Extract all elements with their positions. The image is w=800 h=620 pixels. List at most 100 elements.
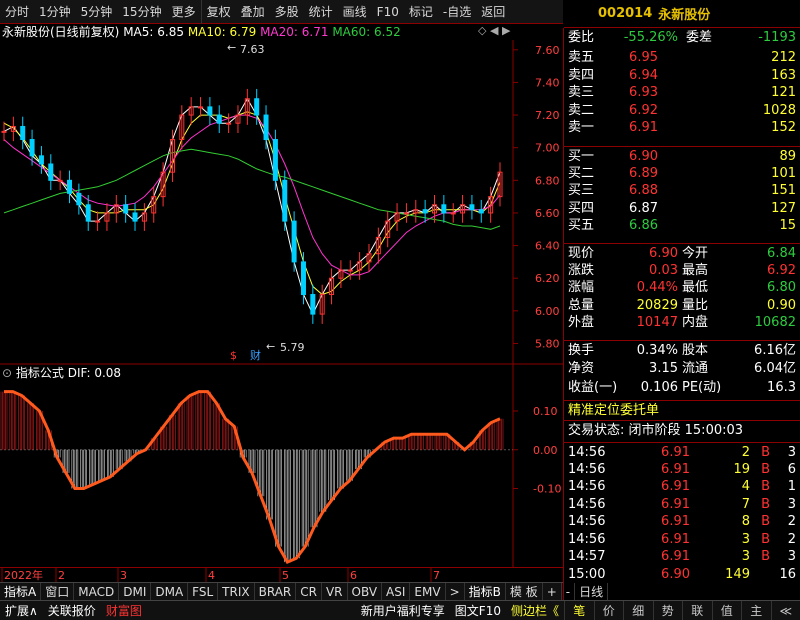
event-marker-s[interactable]: $: [230, 349, 237, 362]
tick-time: 15:00: [568, 566, 606, 582]
rtab-zhu[interactable]: 主: [741, 600, 771, 620]
high-annotation: ←: [227, 41, 236, 54]
toolbar-btn-intraday[interactable]: 分时: [0, 0, 34, 24]
quote-label: 外盘: [568, 315, 595, 330]
toolbar-btn-overlay[interactable]: 叠加: [236, 0, 270, 24]
chart-settings-icon[interactable]: ◇: [478, 24, 486, 37]
precise-order-label[interactable]: 精准定位委托单: [568, 401, 659, 421]
date-tick-label: 5: [282, 569, 289, 582]
fin-value: 0.106: [640, 380, 678, 395]
rtab-jia[interactable]: 价: [593, 600, 624, 620]
bids-row[interactable]: 买五 6.86 15: [564, 216, 800, 236]
high-value: 7.63: [240, 43, 265, 56]
indicator-tab-1[interactable]: 窗口: [41, 583, 75, 600]
asks-row[interactable]: 卖一 6.91 152: [564, 118, 800, 138]
price-tick-label: 7.40: [535, 76, 560, 89]
macd-tick-label: -0.10: [533, 483, 561, 496]
toolbar-btn-5min[interactable]: 5分钟: [76, 0, 118, 24]
toolbar-btn-mark[interactable]: 标记: [404, 0, 438, 24]
chart-next-icon[interactable]: ▶: [502, 24, 510, 37]
rtab-collapse[interactable]: ≪: [770, 600, 800, 620]
indicator-tab-16[interactable]: +: [543, 583, 562, 600]
price-tick-label: 6.60: [535, 207, 560, 220]
bottom-expand[interactable]: 扩展∧: [0, 601, 43, 620]
candle-body: [48, 163, 54, 181]
fin-row: 净资 3.15 流通 6.04亿: [564, 359, 800, 379]
bids-vol: 15: [779, 218, 796, 233]
indicator-tab-9[interactable]: VR: [322, 583, 348, 600]
precise-order-row[interactable]: 精准定位委托单: [564, 400, 800, 420]
toolbar-btn-f10[interactable]: F10: [372, 0, 404, 24]
chart-title: 永新股份(日线前复权): [2, 25, 120, 39]
indicator-tab-11[interactable]: ASI: [382, 583, 411, 600]
candle-body: [216, 114, 222, 124]
candle-body: [1, 130, 7, 133]
toolbar-btn-draw[interactable]: 画线: [338, 0, 372, 24]
stock-name: 永新股份: [658, 8, 711, 23]
indicator-tab-7[interactable]: BRAR: [255, 583, 297, 600]
bottom-f10[interactable]: 图文F10: [450, 601, 506, 620]
bottom-sidebar[interactable]: 侧边栏《: [506, 601, 564, 620]
indicator-tab-14[interactable]: 指标B: [465, 583, 506, 600]
indicator-tab-3[interactable]: DMI: [119, 583, 152, 600]
chart-prev-icon[interactable]: ◀: [490, 24, 498, 37]
toolbar-btn-adjust[interactable]: 复权: [200, 0, 236, 24]
fin-row: 收益(一) 0.106 PE(动) 16.3: [564, 378, 800, 398]
toolbar-btn-watchlist[interactable]: -自选: [438, 0, 476, 24]
date-axis: 2022年 2 3 4 5 6 7: [0, 567, 563, 582]
date-tick-label: 4: [208, 569, 215, 582]
bottom-new-user[interactable]: 新用户福利专享: [356, 601, 450, 620]
toolbar-btn-more[interactable]: 更多: [167, 0, 201, 24]
indicator-tab-6[interactable]: TRIX: [218, 583, 255, 600]
kline-chart[interactable]: 7.60 7.40 7.20 7.00 6.80 6.60 6.40 6.20 6.00 5.80…: [0, 24, 563, 567]
weibi-value: -55.26%: [623, 30, 678, 45]
bottom-related-quote[interactable]: 关联报价: [43, 601, 101, 620]
indicator-tab-12[interactable]: EMV: [410, 583, 446, 600]
indicator-tab-4[interactable]: DMA: [151, 583, 189, 600]
ma5-label: MA5: 6.85: [123, 25, 184, 39]
rtab-lian[interactable]: 联: [682, 600, 712, 620]
candle-body: [123, 204, 129, 214]
bottom-fortune-chart[interactable]: 财富图: [101, 601, 147, 620]
candle-body: [20, 125, 26, 141]
weibi-label: 委比: [568, 30, 595, 45]
date-tick-label: 6: [350, 569, 357, 582]
price-tick-label: 6.20: [535, 272, 560, 285]
indicator-dropdown-icon[interactable]: ⊙: [2, 366, 12, 380]
indicator-tab-13[interactable]: >: [446, 583, 465, 600]
candle-body: [29, 139, 35, 157]
indicator-tab-10[interactable]: OBV: [348, 583, 383, 600]
quote-label-2: 内盘: [682, 315, 709, 330]
price-tick-label: 7.20: [535, 109, 560, 122]
trading-window: 分时 1分钟 5分钟 15分钟 更多 复权 叠加 多股 统计 画线 F10 标记…: [0, 0, 800, 620]
quote-row: 外盘 10147 内盘 10682: [564, 313, 800, 333]
rtab-xi[interactable]: 细: [623, 600, 653, 620]
low-annotation: ←: [266, 340, 275, 353]
rtab-bi[interactable]: 笔: [564, 600, 594, 620]
indicator-tab-2[interactable]: MACD: [74, 583, 120, 600]
fin-value: 3.15: [649, 361, 678, 376]
rtab-zhi[interactable]: 值: [711, 600, 742, 620]
asks-vol: 152: [771, 120, 796, 135]
indicator-tab-15[interactable]: 模 板: [506, 583, 543, 600]
chart-header: 永新股份(日线前复权) MA5: 6.85 MA10: 6.79 MA20: 6…: [2, 24, 401, 40]
toolbar-btn-stats[interactable]: 统计: [304, 0, 338, 24]
candle-body: [198, 106, 204, 109]
fin-value-2: 6.04亿: [754, 361, 796, 376]
toolbar-btn-15min[interactable]: 15分钟: [117, 0, 166, 24]
event-marker-finance[interactable]: 财: [250, 348, 261, 362]
toolbar-btn-1min[interactable]: 1分钟: [34, 0, 76, 24]
indicator-tab-0[interactable]: 指标A: [0, 583, 42, 600]
candle-body: [254, 98, 260, 116]
ma60-label: MA60: 6.52: [332, 25, 401, 39]
price-tick-label: 7.60: [535, 44, 560, 57]
indicator-name[interactable]: 指标公式: [16, 366, 64, 380]
candle-body: [207, 106, 213, 116]
indicator-tab-8[interactable]: CR: [296, 583, 322, 600]
fin-label: 净资: [568, 361, 595, 376]
toolbar-btn-back[interactable]: 返回: [476, 0, 510, 24]
rtab-shi[interactable]: 势: [652, 600, 683, 620]
indicator-tab-5[interactable]: FSL: [188, 583, 219, 600]
toolbar-btn-multi[interactable]: 多股: [270, 0, 304, 24]
candle-body: [67, 179, 73, 194]
